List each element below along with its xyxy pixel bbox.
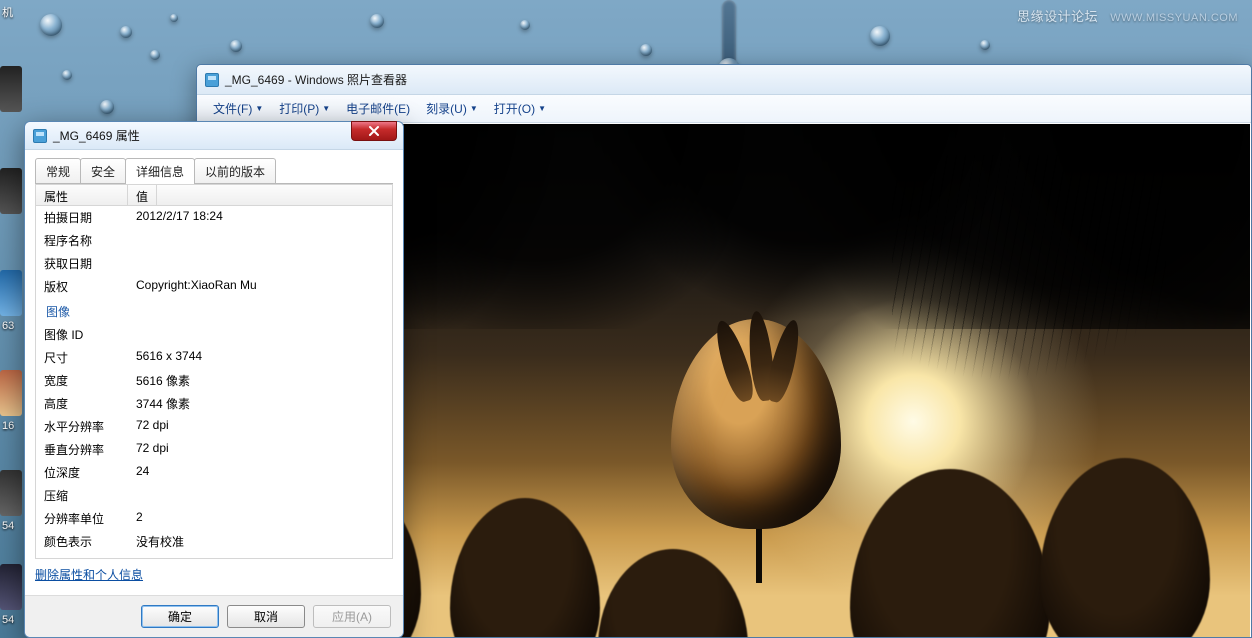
property-row[interactable]: 垂直分辨率72 dpi — [36, 438, 392, 461]
details-tab-body: 属性 值 拍摄日期2012/2/17 18:24程序名称获取日期版权Copyri… — [35, 184, 393, 589]
tab-security[interactable]: 安全 — [80, 158, 126, 183]
menu-email[interactable]: 电子邮件(E) — [340, 97, 416, 120]
property-value: 72 dpi — [128, 415, 177, 438]
header-property[interactable]: 属性 — [36, 185, 128, 205]
property-name: 垂直分辨率 — [36, 438, 128, 461]
properties-titlebar[interactable]: _MG_6469 属性 — [25, 122, 403, 150]
property-name: 高度 — [36, 392, 128, 415]
property-value: Copyright:XiaoRan Mu — [128, 275, 265, 298]
property-row[interactable]: 压缩的位/像素 — [36, 553, 392, 559]
property-row[interactable]: 程序名称 — [36, 229, 392, 252]
properties-title: _MG_6469 属性 — [53, 127, 140, 144]
property-name: 图像 ID — [36, 323, 128, 346]
property-name: 版权 — [36, 275, 128, 298]
watermark-site: 思缘设计论坛 — [1017, 9, 1098, 24]
close-icon — [368, 125, 380, 137]
property-row[interactable]: 图像 ID — [36, 323, 392, 346]
desktop-label: 54 — [2, 614, 14, 626]
photo-viewer-title: _MG_6469 - Windows 照片查看器 — [225, 71, 407, 88]
properties-tabs: 常规 安全 详细信息 以前的版本 — [35, 160, 393, 184]
desktop-icons-strip: 机 63 16 54 54 — [0, 0, 22, 638]
menu-file[interactable]: 文件(F)▼ — [207, 97, 269, 120]
property-name: 压缩 — [36, 484, 128, 507]
property-value — [128, 229, 144, 252]
apply-button[interactable]: 应用(A) — [313, 605, 391, 628]
photo-viewer-icon — [205, 73, 219, 87]
property-value: 5616 x 3744 — [128, 346, 210, 369]
property-row[interactable]: 拍摄日期2012/2/17 18:24 — [36, 206, 392, 229]
dialog-buttons: 确定 取消 应用(A) — [25, 595, 403, 637]
property-row[interactable]: 高度3744 像素 — [36, 392, 392, 415]
property-name: 压缩的位/像素 — [36, 553, 128, 559]
menu-open[interactable]: 打开(O)▼ — [488, 97, 552, 120]
property-value: 3744 像素 — [128, 392, 198, 415]
watermark-url: WWW.MISSYUAN.COM — [1110, 12, 1238, 24]
property-row[interactable]: 获取日期 — [36, 252, 392, 275]
cancel-button[interactable]: 取消 — [227, 605, 305, 628]
chevron-down-icon: ▼ — [538, 104, 546, 113]
section-image: 图像 — [36, 298, 392, 323]
menu-burn[interactable]: 刻录(U)▼ — [420, 97, 484, 120]
property-value — [128, 484, 144, 507]
desktop-label: 机 — [2, 4, 13, 20]
property-row[interactable]: 颜色表示没有校准 — [36, 530, 392, 553]
property-value: 2 — [128, 507, 151, 530]
property-row[interactable]: 位深度24 — [36, 461, 392, 484]
property-value — [128, 252, 144, 275]
chevron-down-icon: ▼ — [255, 104, 263, 113]
property-row[interactable]: 压缩 — [36, 484, 392, 507]
property-row[interactable]: 版权Copyright:XiaoRan Mu — [36, 275, 392, 298]
desktop-label: 63 — [2, 320, 14, 332]
property-row[interactable]: 宽度5616 像素 — [36, 369, 392, 392]
property-name: 水平分辨率 — [36, 415, 128, 438]
property-row[interactable]: 尺寸5616 x 3744 — [36, 346, 392, 369]
property-name: 位深度 — [36, 461, 128, 484]
property-row[interactable]: 分辨率单位2 — [36, 507, 392, 530]
details-grid[interactable]: 拍摄日期2012/2/17 18:24程序名称获取日期版权Copyright:X… — [35, 206, 393, 559]
details-header-row: 属性 值 — [35, 184, 393, 206]
desktop-label: 54 — [2, 520, 14, 532]
remove-properties-link[interactable]: 删除属性和个人信息 — [35, 566, 143, 583]
property-name: 颜色表示 — [36, 530, 128, 553]
chevron-down-icon: ▼ — [322, 104, 330, 113]
properties-dialog: _MG_6469 属性 常规 安全 详细信息 以前的版本 属性 值 拍摄日期20… — [24, 121, 404, 638]
photo-viewer-menubar: 文件(F)▼ 打印(P)▼ 电子邮件(E) 刻录(U)▼ 打开(O)▼ — [197, 95, 1251, 123]
property-name: 程序名称 — [36, 229, 128, 252]
property-name: 宽度 — [36, 369, 128, 392]
desktop-label: 16 — [2, 420, 14, 432]
property-name: 获取日期 — [36, 252, 128, 275]
tab-previous-versions[interactable]: 以前的版本 — [194, 158, 276, 183]
property-value — [128, 553, 144, 559]
header-value[interactable]: 值 — [128, 185, 157, 205]
file-icon — [33, 129, 47, 143]
chevron-down-icon: ▼ — [470, 104, 478, 113]
property-value — [128, 323, 144, 346]
property-value: 2012/2/17 18:24 — [128, 206, 231, 229]
property-row[interactable]: 水平分辨率72 dpi — [36, 415, 392, 438]
photo-viewer-titlebar[interactable]: _MG_6469 - Windows 照片查看器 — [197, 65, 1251, 95]
property-value: 没有校准 — [128, 530, 192, 553]
tab-general[interactable]: 常规 — [35, 158, 81, 183]
property-name: 分辨率单位 — [36, 507, 128, 530]
property-value: 24 — [128, 461, 157, 484]
property-value: 72 dpi — [128, 438, 177, 461]
close-button[interactable] — [351, 121, 397, 141]
tab-details[interactable]: 详细信息 — [125, 158, 195, 184]
ok-button[interactable]: 确定 — [141, 605, 219, 628]
property-value: 5616 像素 — [128, 369, 198, 392]
menu-print[interactable]: 打印(P)▼ — [273, 97, 336, 120]
property-name: 尺寸 — [36, 346, 128, 369]
watermark: 思缘设计论坛 WWW.MISSYUAN.COM — [1017, 6, 1238, 25]
property-name: 拍摄日期 — [36, 206, 128, 229]
